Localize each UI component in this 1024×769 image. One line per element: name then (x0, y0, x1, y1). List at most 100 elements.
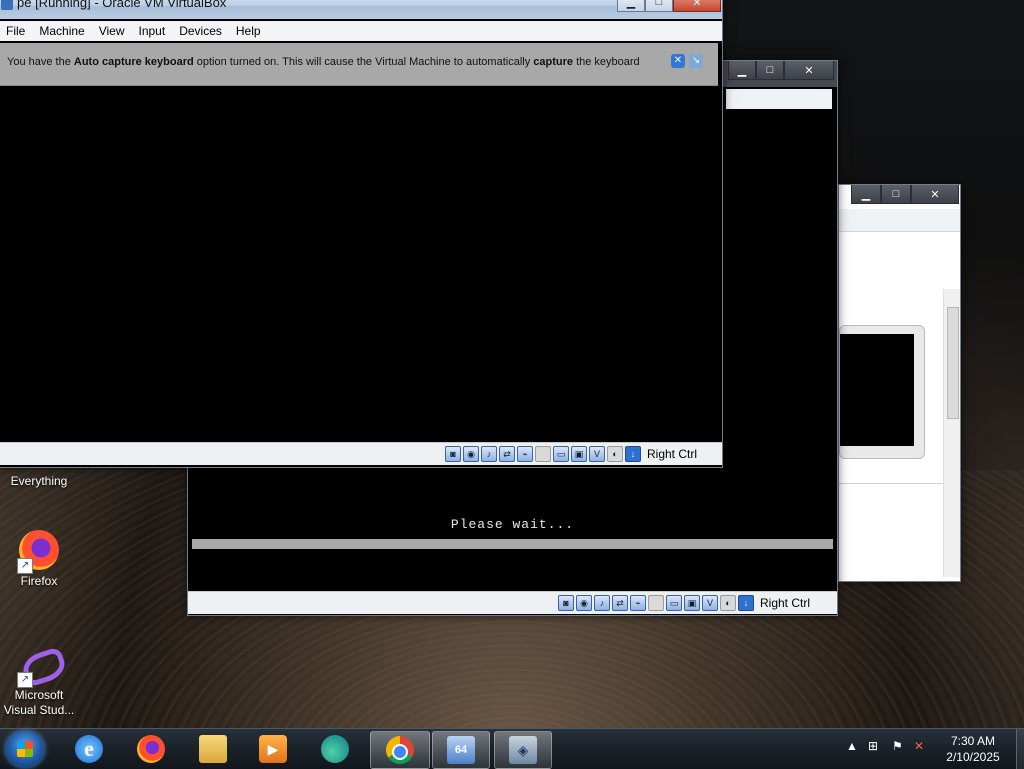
usb-icon[interactable]: ⌁ (630, 595, 646, 611)
desktop-icon-label: Everything (10, 474, 68, 488)
edge-icon (321, 735, 349, 763)
usb-icon[interactable]: ⌁ (517, 446, 533, 462)
menu-devices[interactable]: Devices (172, 24, 229, 38)
virtualbox-manager-icon: 64 (447, 736, 475, 764)
start-button[interactable] (6, 731, 44, 767)
firefox-icon (137, 735, 165, 763)
shortcut-arrow-icon: ↗ (17, 558, 33, 574)
minimize-button[interactable]: ▁ (617, 0, 645, 12)
show-desktop-button[interactable] (1016, 729, 1024, 769)
mouse-integration-icon[interactable]: ◐ (607, 446, 623, 462)
video-capture-icon[interactable]: ▣ (684, 595, 700, 611)
taskbar-virtualbox[interactable]: ◈ (494, 731, 552, 769)
virtualization-icon[interactable]: V (702, 595, 718, 611)
close-button[interactable]: ✕ (784, 61, 834, 80)
back-window-preview-frame (839, 325, 925, 459)
desktop-icon-label: Firefox (20, 574, 58, 588)
menu-input[interactable]: Input (132, 24, 173, 38)
menu-help[interactable]: Help (229, 24, 268, 38)
ie-icon: e (75, 735, 103, 763)
window-controls: ▁ □ ✕ (617, 0, 721, 12)
taskbar-firefox[interactable] (124, 731, 178, 767)
auto-capture-notice: You have the Auto capture keyboard optio… (0, 43, 718, 86)
network-tray-icon[interactable]: ⊞ (868, 739, 878, 753)
maximize-button[interactable]: □ (756, 61, 784, 80)
close-button[interactable]: ✕ (911, 185, 959, 204)
vm-statusbar: ◙ ◉ ♪ ⇄ ⌁ ▭ ▣ V ◐ ↓ Right Ctrl (0, 442, 722, 465)
front-window-titlebar: pe [Running] - Oracle VM VirtualBox (0, 0, 722, 19)
taskbar-edge[interactable] (308, 731, 362, 767)
hard-disk-icon[interactable]: ◙ (445, 446, 461, 462)
audio-icon[interactable]: ♪ (481, 446, 497, 462)
desktop-icon-label: Microsoft Visual Stud... (3, 688, 75, 717)
front-vm-window[interactable]: pe [Running] - Oracle VM VirtualBox ▁ □ … (0, 0, 723, 468)
window-controls: ▁ □ ✕ (851, 185, 959, 204)
desktop-icon-firefox[interactable]: ↗ Firefox (0, 530, 78, 589)
notice-text: You have the Auto capture keyboard optio… (7, 56, 640, 68)
taskbar-chrome[interactable] (370, 731, 430, 769)
maximize-button[interactable]: □ (881, 185, 911, 204)
maximize-button[interactable]: □ (645, 0, 673, 12)
mouse-integration-icon[interactable]: ◐ (720, 595, 736, 611)
window-controls: ▁ □ ✕ (728, 61, 834, 80)
window-title: pe [Running] - Oracle VM VirtualBox (17, 0, 227, 10)
minimize-button[interactable]: ▁ (728, 61, 756, 80)
desktop-icon-visual-studio[interactable]: ↗ Microsoft Visual Stud... (0, 644, 78, 718)
menu-view[interactable]: View (92, 24, 132, 38)
progress-bar (192, 539, 833, 549)
audio-icon[interactable]: ♪ (594, 595, 610, 611)
notice-bold-option: Auto capture keyboard (73, 56, 194, 68)
dismiss-notice-icon[interactable]: ✕ (671, 54, 685, 68)
chrome-icon (386, 736, 414, 764)
boot-status-text: Please wait... (450, 517, 575, 532)
optical-drive-icon[interactable]: ◉ (576, 595, 592, 611)
notice-bold-capture: capture (533, 56, 574, 68)
notice-prefix: You have the (7, 56, 74, 68)
vm-statusbar: ◙ ◉ ♪ ⇄ ⌁ ▭ ▣ V ◐ ↓ Right Ctrl (188, 591, 837, 614)
virtualbox-icon: ◈ (509, 736, 537, 764)
vm-screen[interactable] (1, 86, 718, 441)
display-icon[interactable]: ▭ (553, 446, 569, 462)
shared-folder-icon[interactable] (648, 595, 664, 611)
taskbar-ie[interactable]: e (62, 731, 116, 767)
network-icon[interactable]: ⇄ (499, 446, 515, 462)
show-hidden-icons-icon[interactable]: ▲ (846, 739, 858, 753)
taskbar-virtualbox-manager[interactable]: 64 (432, 731, 490, 769)
menu-file[interactable]: File (0, 24, 32, 38)
media-player-icon: ▶ (259, 735, 287, 763)
display-icon[interactable]: ▭ (666, 595, 682, 611)
menubar: File Machine View Input Devices Help (0, 21, 722, 41)
host-key-label: Right Ctrl (647, 447, 698, 461)
notice-suffix: the keyboard (573, 56, 640, 68)
host-key-label: Right Ctrl (760, 596, 811, 610)
visual-studio-icon: ↗ (17, 644, 59, 688)
menu-machine[interactable]: Machine (32, 24, 91, 38)
volume-muted-icon[interactable]: ✕ (914, 739, 924, 753)
scrollbar-thumb[interactable] (947, 307, 959, 419)
minimize-button[interactable]: ▁ (851, 185, 881, 204)
virtualization-icon[interactable]: V (589, 446, 605, 462)
keyboard-capture-icon[interactable]: ↓ (738, 595, 754, 611)
clock[interactable]: 7:30 AM 2/10/2025 (935, 733, 1011, 765)
scrollbar[interactable] (943, 289, 960, 577)
desktop-icon-everything[interactable]: Everything (0, 474, 78, 489)
notice-middle: option turned on. This will cause the Vi… (193, 56, 534, 68)
taskbar-media-player[interactable]: ▶ (246, 731, 300, 767)
status-icons: ◙ ◉ ♪ ⇄ ⌁ ▭ ▣ V ◐ ↓ Right Ctrl (558, 595, 810, 611)
video-capture-icon[interactable]: ▣ (571, 446, 587, 462)
taskbar-explorer[interactable] (186, 731, 240, 767)
action-center-flag-icon[interactable]: ⚑ (892, 739, 903, 753)
clock-time: 7:30 AM (950, 734, 996, 748)
close-button[interactable]: ✕ (673, 0, 721, 12)
shared-folder-icon[interactable] (535, 446, 551, 462)
optical-drive-icon[interactable]: ◉ (463, 446, 479, 462)
keyboard-capture-icon[interactable]: ↓ (625, 446, 641, 462)
firefox-icon: ↗ (17, 530, 59, 574)
network-icon[interactable]: ⇄ (612, 595, 628, 611)
hard-disk-icon[interactable]: ◙ (558, 595, 574, 611)
middle-window-menubar (726, 89, 832, 109)
back-window[interactable]: ▁ □ ✕ (838, 184, 961, 582)
hide-notice-icon[interactable]: ↘ (689, 54, 703, 68)
status-icons: ◙ ◉ ♪ ⇄ ⌁ ▭ ▣ V ◐ ↓ Right Ctrl (445, 446, 697, 462)
divider (839, 483, 944, 484)
